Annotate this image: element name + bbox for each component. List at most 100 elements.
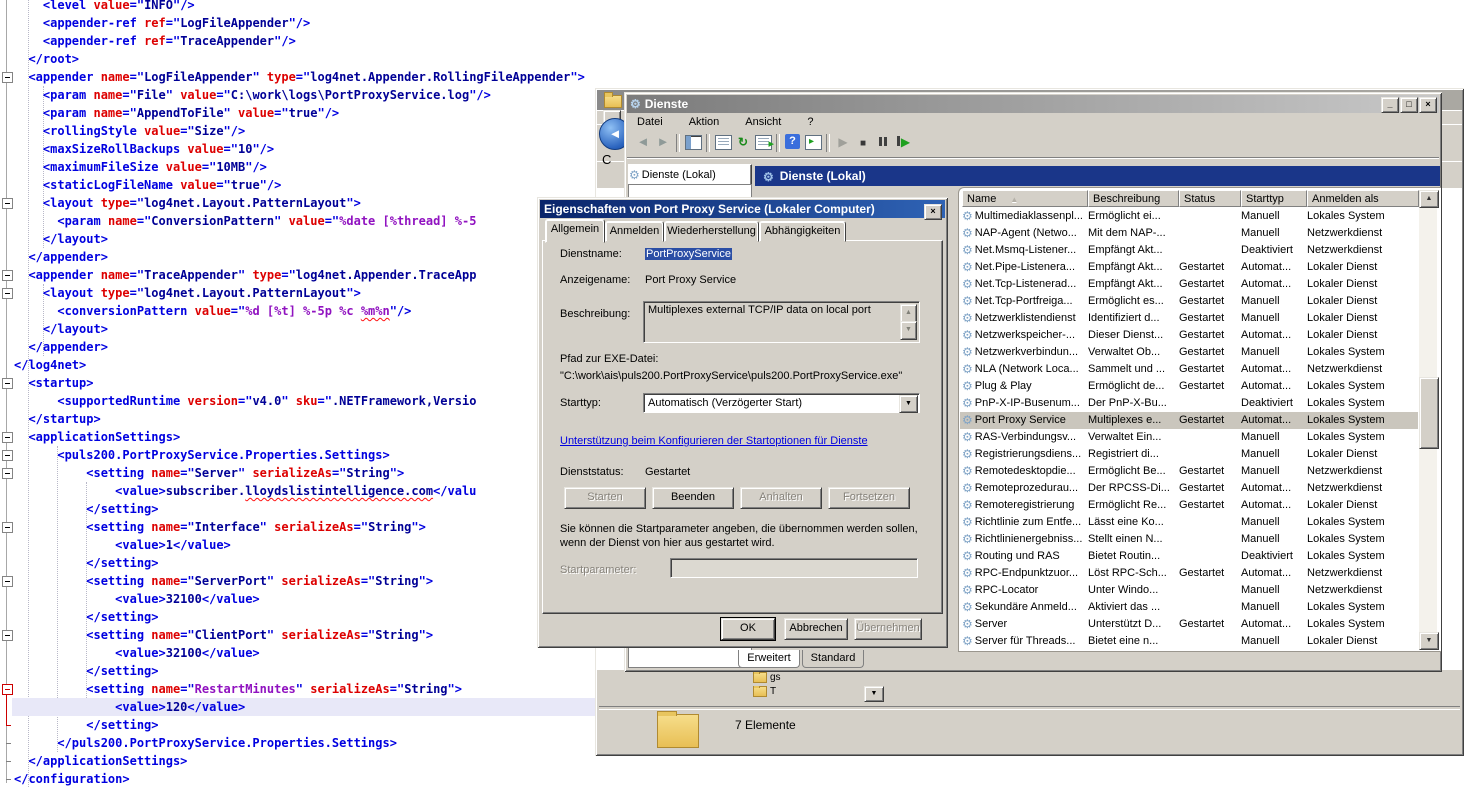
service-row[interactable]: ⚙RPC-Endpunktzuor...Löst RPC-Sch...Gesta…: [960, 565, 1418, 582]
folder-list-item[interactable]: T: [753, 686, 793, 700]
toolbar[interactable]: ◄►↻▸?▸▶■▶: [627, 130, 1439, 159]
fold-collapse-icon[interactable]: [2, 468, 13, 479]
fold-collapse-icon[interactable]: [2, 630, 13, 641]
service-row[interactable]: ⚙Net.Tcp-Portfreiga...Ermöglicht es...Ge…: [960, 293, 1418, 310]
chevron-down-icon[interactable]: ▼: [899, 395, 918, 413]
scroll-up-icon[interactable]: ▲: [1419, 190, 1439, 208]
code-line[interactable]: <setting name="RestartMinutes" serialize…: [12, 680, 632, 698]
minimize-icon[interactable]: _: [1381, 97, 1399, 113]
tab-wiederherstellung[interactable]: Wiederherstellung: [664, 221, 759, 242]
tab-allgemein[interactable]: Allgemein: [545, 219, 605, 243]
code-line[interactable]: <appender-ref ref="TraceAppender"/>: [12, 32, 632, 50]
service-row[interactable]: ⚙Net.Msmq-Listener...Empfängt Akt...Deak…: [960, 242, 1418, 259]
help-icon[interactable]: ?: [783, 133, 803, 151]
code-line[interactable]: </configuration>: [12, 770, 632, 788]
menu-item-aktion[interactable]: Aktion: [689, 114, 720, 130]
code-line[interactable]: <param name="File" value="C:\work\logs\P…: [12, 86, 632, 104]
ok-button[interactable]: OK: [721, 618, 775, 640]
action-pane-icon[interactable]: ▸: [803, 133, 823, 151]
code-line[interactable]: </setting>: [12, 662, 632, 680]
service-row[interactable]: ⚙ServerUnterstützt D...GestartetAutomat.…: [960, 616, 1418, 633]
code-line[interactable]: </puls200.PortProxyService.Properties.Se…: [12, 734, 632, 752]
code-line[interactable]: <maximumFileSize value="10MB"/>: [12, 158, 632, 176]
code-line[interactable]: <staticLogFileName value="true"/>: [12, 176, 632, 194]
folder-list-item[interactable]: gs: [753, 672, 793, 686]
dropdown-button[interactable]: ▼: [864, 686, 884, 702]
anzeigename-value[interactable]: Port Proxy Service: [645, 274, 736, 286]
properties-icon[interactable]: [713, 133, 733, 151]
menubar[interactable]: Datei Aktion Ansicht?: [627, 114, 1439, 130]
bernehmen-button[interactable]: Übernehmen: [854, 618, 922, 640]
scroll-down-icon[interactable]: ▼: [900, 321, 917, 340]
show-console-tree-icon[interactable]: [683, 133, 703, 151]
fold-collapse-icon[interactable]: [2, 288, 13, 299]
anhalten-button[interactable]: Anhalten: [740, 487, 822, 509]
service-row[interactable]: ⚙PnP-X-IP-Busenum...Der PnP-X-Bu...Deakt…: [960, 395, 1418, 412]
service-row[interactable]: ⚙Netzwerkspeicher-...Dieser Dienst...Ges…: [960, 327, 1418, 344]
menu-item-datei[interactable]: Datei: [637, 114, 663, 130]
service-row[interactable]: ⚙NLA (Network Loca...Sammelt und ...Gest…: [960, 361, 1418, 378]
code-line[interactable]: <level value="INFO"/>: [12, 0, 632, 14]
service-properties-dialog[interactable]: Eigenschaften von Port Proxy Service (Lo…: [537, 197, 948, 648]
start-service-icon[interactable]: ▶: [833, 133, 853, 151]
code-line[interactable]: <value>120</value>: [12, 698, 632, 716]
fold-collapse-icon[interactable]: [2, 378, 13, 389]
menu-item-ansicht[interactable]: Ansicht: [745, 114, 781, 130]
fold-collapse-icon[interactable]: [2, 576, 13, 587]
service-row[interactable]: ⚙Remotedesktopdie...Ermöglicht Be...Gest…: [960, 463, 1418, 480]
forward-icon[interactable]: ►: [653, 133, 673, 151]
service-row[interactable]: ⚙RemoteregistrierungErmöglicht Re...Gest…: [960, 497, 1418, 514]
code-line[interactable]: </root>: [12, 50, 632, 68]
close-icon[interactable]: ×: [1419, 97, 1437, 113]
service-row[interactable]: ⚙NAP-Agent (Netwo...Mit dem NAP-...Manue…: [960, 225, 1418, 242]
code-line[interactable]: </applicationSettings>: [12, 752, 632, 770]
abbrechen-button[interactable]: Abbrechen: [784, 618, 848, 640]
pause-service-icon[interactable]: [873, 133, 893, 151]
service-row[interactable]: ⚙Net.Tcp-Listenerad...Empfängt Akt...Ges…: [960, 276, 1418, 293]
service-row[interactable]: ⚙Port Proxy ServiceMultiplexes e...Gesta…: [960, 412, 1418, 429]
fold-collapse-icon[interactable]: [2, 432, 13, 443]
beschreibung-field[interactable]: Multiplexes external TCP/IP data on loca…: [643, 301, 920, 343]
service-row[interactable]: ⚙RPC-LocatorUnter Windo...ManuellNetzwer…: [960, 582, 1418, 599]
fold-collapse-icon[interactable]: [2, 684, 13, 695]
close-icon[interactable]: ×: [924, 204, 942, 220]
export-list-icon[interactable]: ▸: [753, 133, 773, 151]
service-row[interactable]: ⚙Remoteprozedurau...Der RPCSS-Di...Gesta…: [960, 480, 1418, 497]
code-line[interactable]: <appender-ref ref="LogFileAppender"/>: [12, 14, 632, 32]
service-row[interactable]: ⚙NetzwerklistendienstIdentifiziert d...G…: [960, 310, 1418, 327]
service-row[interactable]: ⚙Routing und RASBietet Routin...Deaktivi…: [960, 548, 1418, 565]
scrollbar-thumb[interactable]: [1419, 377, 1439, 449]
view-tab-erweitert[interactable]: Erweitert: [738, 650, 800, 668]
back-icon[interactable]: ◄: [633, 133, 653, 151]
column-header-name[interactable]: Name▲: [962, 190, 1088, 207]
starttyp-select[interactable]: Automatisch (Verzögerter Start) ▼: [643, 393, 920, 413]
menu-item-?[interactable]: ?: [807, 114, 813, 130]
service-row[interactable]: ⚙Plug & PlayErmöglicht de...GestartetAut…: [960, 378, 1418, 395]
service-row[interactable]: ⚙Registrierungsdiens...Registriert di...…: [960, 446, 1418, 463]
dienstname-value[interactable]: PortProxyService: [645, 248, 732, 260]
tab-anmelden[interactable]: Anmelden: [605, 221, 664, 242]
fold-collapse-icon[interactable]: [2, 450, 13, 461]
column-header-anmeldenals[interactable]: Anmelden als: [1307, 190, 1419, 207]
view-tab-standard[interactable]: Standard: [802, 650, 864, 668]
restart-service-icon[interactable]: ▶: [893, 133, 913, 151]
column-header-starttyp[interactable]: Starttyp: [1241, 190, 1307, 207]
refresh-icon[interactable]: ↻: [733, 133, 753, 151]
scope-tab-dienste-lokal[interactable]: ⚙Dienste (Lokal): [628, 164, 752, 186]
code-line[interactable]: <param name="AppendToFile" value="true"/…: [12, 104, 632, 122]
dialog-titlebar[interactable]: Eigenschaften von Port Proxy Service (Lo…: [540, 200, 945, 218]
fortsetzen-button[interactable]: Fortsetzen: [828, 487, 910, 509]
services-titlebar[interactable]: ⚙Dienste _□×: [627, 95, 1439, 113]
service-row[interactable]: ⚙Sekundäre Anmeld...Aktiviert das ...Man…: [960, 599, 1418, 616]
fold-collapse-icon[interactable]: [2, 198, 13, 209]
fold-collapse-icon[interactable]: [2, 270, 13, 281]
fold-collapse-icon[interactable]: [2, 72, 13, 83]
service-row[interactable]: ⚙Richtlinienergebniss...Stellt einen N..…: [960, 531, 1418, 548]
service-row[interactable]: ⚙Net.Pipe-Listenera...Empfängt Akt...Ges…: [960, 259, 1418, 276]
service-row[interactable]: ⚙Multimediaklassenpl...Ermöglicht ei...M…: [960, 208, 1418, 225]
starten-button[interactable]: Starten: [564, 487, 646, 509]
code-line[interactable]: <appender name="LogFileAppender" type="l…: [12, 68, 632, 86]
code-line[interactable]: <maxSizeRollBackups value="10"/>: [12, 140, 632, 158]
service-row[interactable]: ⚙Richtlinie zum Entfe...Lässt eine Ko...…: [960, 514, 1418, 531]
beenden-button[interactable]: Beenden: [652, 487, 734, 509]
